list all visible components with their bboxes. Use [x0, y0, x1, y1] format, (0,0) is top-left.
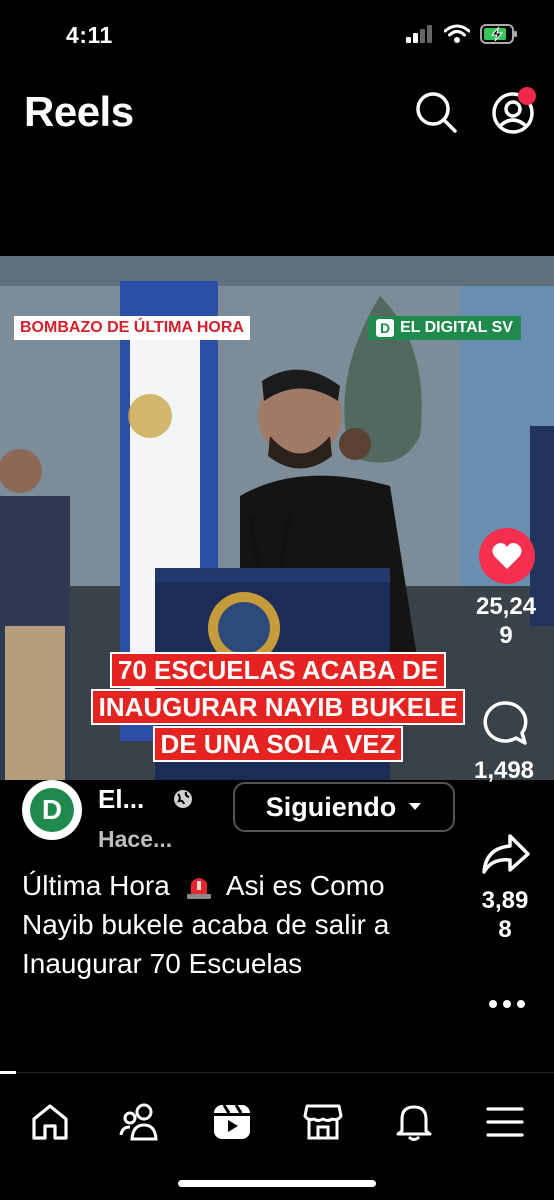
nav-notifications[interactable] — [388, 1096, 440, 1148]
wifi-icon — [444, 24, 470, 43]
post-caption[interactable]: Última Hora Asi es Como Nayib bukele aca… — [22, 866, 462, 983]
breaking-news-tag: BOMBAZO DE ÚLTIMA HORA — [14, 316, 250, 340]
like-count-line1: 25,24 — [475, 593, 537, 620]
headline-line: 70 ESCUELAS ACABA DE — [109, 652, 447, 688]
following-label: Siguiendo — [265, 791, 397, 822]
friends-icon — [119, 1103, 158, 1141]
like-count: 25,24 9 — [458, 592, 554, 650]
like-count-line2: 9 — [499, 622, 513, 649]
menu-icon — [485, 1107, 524, 1137]
home-icon — [31, 1104, 68, 1140]
caption-text-a: Asi es — [225, 870, 303, 901]
author-avatar[interactable]: D — [22, 780, 82, 840]
globe-icon — [172, 788, 194, 815]
status-time: 4:11 — [66, 22, 113, 48]
video-headline: 70 ESCUELAS ACABA DE INAUGURAR NAYIB BUK… — [76, 652, 480, 763]
comment-button[interactable] — [480, 698, 530, 748]
page-title: Reels — [24, 88, 134, 135]
video-scene: BOMBAZO DE ÚLTIMA HORA D EL DIGITAL SV 7… — [0, 256, 554, 780]
more-dot — [503, 1000, 511, 1008]
status-icons — [406, 24, 518, 44]
nav-marketplace[interactable] — [297, 1096, 349, 1148]
comment-icon — [483, 701, 528, 745]
caret-down-icon — [409, 803, 422, 810]
more-options-button[interactable] — [485, 990, 529, 1018]
nav-friends[interactable] — [115, 1096, 167, 1148]
nav-reels[interactable] — [206, 1096, 258, 1148]
reel-video[interactable]: BOMBAZO DE ÚLTIMA HORA D EL DIGITAL SV 7… — [0, 256, 554, 780]
marketplace-icon — [303, 1104, 342, 1140]
share-count: 3,89 8 — [462, 886, 548, 944]
brand-tag-label: EL DIGITAL SV — [400, 319, 513, 336]
share-count-line2: 8 — [498, 916, 512, 943]
following-button[interactable]: Siguiendo — [233, 782, 455, 832]
notification-dot — [518, 87, 536, 105]
like-button[interactable] — [479, 528, 535, 584]
caption-prefix: Última Hora — [22, 870, 170, 901]
comment-count: 1,498 — [473, 757, 535, 784]
post-time: Hace... — [98, 826, 173, 852]
more-dot — [517, 1000, 525, 1008]
share-count-line1: 3,89 — [481, 887, 529, 914]
siren-icon — [186, 878, 211, 899]
headline-line: DE UNA SOLA VEZ — [152, 726, 404, 762]
signal-icon — [406, 25, 432, 43]
battery-charging-icon — [480, 24, 517, 44]
author-avatar-logo: D — [30, 788, 74, 832]
nav-menu[interactable] — [479, 1096, 531, 1148]
nav-divider — [0, 1072, 554, 1073]
brand-tag: D EL DIGITAL SV — [368, 316, 521, 340]
bell-icon — [396, 1105, 431, 1141]
author-name[interactable]: El... — [98, 784, 144, 815]
search-button[interactable] — [414, 90, 458, 134]
brand-logo: D — [376, 319, 394, 337]
nav-home[interactable] — [24, 1096, 76, 1148]
more-dot — [489, 1000, 497, 1008]
heart-icon — [492, 543, 522, 569]
reels-icon — [213, 1104, 250, 1139]
share-button[interactable] — [480, 828, 532, 880]
share-icon — [482, 834, 530, 874]
video-progress-bar[interactable] — [0, 1071, 16, 1074]
bottom-navigation — [0, 1096, 554, 1148]
home-indicator[interactable] — [178, 1180, 376, 1187]
search-icon — [416, 92, 457, 133]
headline-line: INAUGURAR NAYIB BUKELE — [90, 689, 466, 725]
